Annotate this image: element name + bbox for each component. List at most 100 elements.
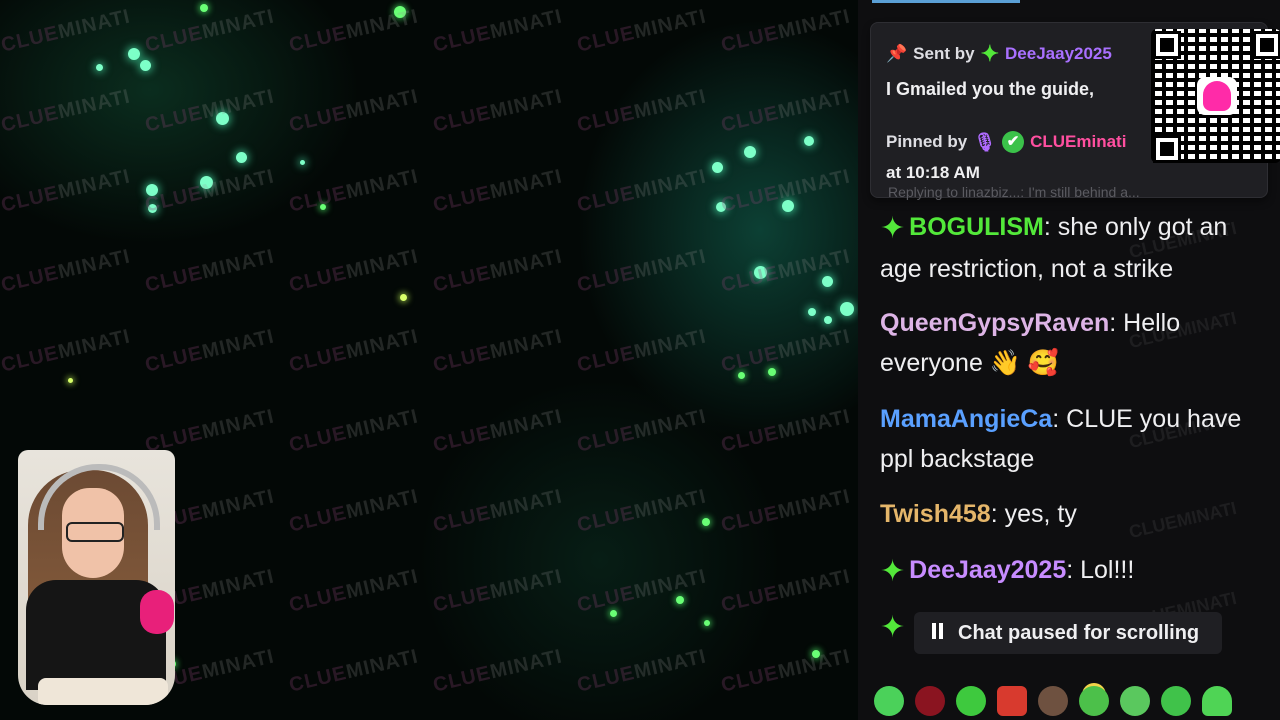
watermark: CLUEMINATI [143, 85, 277, 137]
pause-icon [932, 622, 946, 645]
qr-finder [1153, 135, 1181, 163]
verified-badge-icon: ✔ [1002, 131, 1025, 153]
watermark: CLUEMINATI [0, 325, 133, 377]
pinned-message-text: I Gmailed you the guide, [886, 79, 1095, 99]
particle [824, 316, 832, 324]
watermark: CLUEMINATI [575, 485, 709, 537]
particle [96, 64, 103, 71]
chat-message[interactable]: ✦ BOGULISM: she only got an age restricti… [880, 207, 1260, 289]
chat-message[interactable]: MamaAngieCa: CLUE you have ppl backstage [880, 399, 1260, 479]
watermark: CLUEMINATI [287, 245, 421, 297]
particle [400, 294, 407, 301]
pinned-message[interactable]: 📌 Sent by ✦ DeeJaay2025 I Gmailed you th… [870, 22, 1280, 198]
chat-message[interactable]: ✦ DeeJaay2025: Lol!!! [880, 550, 1260, 592]
watermark: CLUEMINATI [431, 85, 565, 137]
watermark: CLUEMINATI [287, 485, 421, 537]
particle [782, 200, 794, 212]
green-alien-emote-icon[interactable] [874, 686, 904, 716]
particle [804, 136, 814, 146]
sent-by-username[interactable]: DeeJaay2025 [1005, 44, 1112, 64]
particle [300, 160, 305, 165]
chat-header-strip [872, 0, 1020, 3]
watermark: CLUEMINATI [0, 165, 133, 217]
qr-finder [1153, 31, 1181, 59]
red-demon-emote-icon[interactable] [915, 686, 945, 716]
chat-message-text: : yes, ty [990, 500, 1077, 528]
watermark: CLUEMINATI [719, 485, 853, 537]
stream-video: CLUEMINATI CLUEMINATI CLUEMINATI CLUEMIN… [0, 0, 858, 720]
particle [200, 176, 213, 189]
watermark: CLUEMINATI [719, 85, 853, 137]
watermark: CLUEMINATI [575, 5, 709, 57]
particle [148, 204, 157, 213]
particle [822, 276, 833, 287]
particle [68, 378, 73, 383]
watermark: CLUEMINATI [431, 5, 565, 57]
chat-paused-button[interactable]: Chat paused for scrolling [914, 612, 1222, 654]
watermark: CLUEMINATI [431, 645, 565, 697]
watermark: CLUEMINATI [431, 245, 565, 297]
pinned-by-username[interactable]: CLUEminati [1030, 132, 1126, 152]
chat-message[interactable]: Twish458: yes, ty [880, 494, 1260, 534]
pinned-sent-by-row: 📌 Sent by ✦ DeeJaay2025 [886, 43, 1112, 65]
watermark: CLUEMINATI [575, 325, 709, 377]
pinned-time: at 10:18 AM [886, 163, 980, 182]
pug-emote-icon[interactable] [1038, 686, 1068, 716]
halo-emote-icon[interactable] [1079, 686, 1109, 716]
particle [702, 518, 710, 526]
watermark: CLUEMINATI [431, 165, 565, 217]
chat-panel[interactable]: CLUEMINATI CLUEMINATI CLUEMINATI CLUEMIN… [858, 0, 1280, 720]
pinned-by-row: Pinned by 🎙 ✔ CLUEminati [886, 131, 1126, 153]
particle [200, 4, 208, 12]
particle [808, 308, 816, 316]
emote-bar [858, 682, 1280, 720]
particle [712, 162, 723, 173]
watermark: CLUEMINATI [287, 165, 421, 217]
particle [840, 302, 854, 316]
pin-icon: 📌 [886, 44, 908, 63]
watermark: CLUEMINATI [575, 565, 709, 617]
watermark: CLUEMINATI [143, 165, 277, 217]
desk [38, 678, 168, 705]
watermark: CLUEMINATI [719, 325, 853, 377]
particle [738, 372, 745, 379]
particle [812, 650, 820, 658]
chat-paused-label: Chat paused for scrolling [958, 621, 1200, 644]
watermark: CLUEMINATI [287, 645, 421, 697]
sparkle-badge-icon: ✦ [880, 555, 906, 588]
watermark: CLUEMINATI [431, 325, 565, 377]
particle [128, 48, 140, 60]
watermark: CLUEMINATI [575, 405, 709, 457]
particle [754, 266, 767, 279]
chat-username[interactable]: MamaAngieCa [880, 405, 1052, 433]
chat-message-text: : Lol!!! [1066, 556, 1135, 584]
sparkle-badge-icon: ✦ [880, 611, 906, 644]
watermark: CLUEMINATI [575, 85, 709, 137]
watermark: CLUEMINATI [287, 325, 421, 377]
chat-username[interactable]: Twish458 [880, 500, 991, 528]
particle [236, 152, 247, 163]
watermark: CLUEMINATI [287, 405, 421, 457]
green-frog-emote-icon[interactable] [1120, 686, 1150, 716]
chat-username[interactable]: BOGULISM [909, 213, 1044, 241]
watermark: CLUEMINATI [143, 245, 277, 297]
watermark: CLUEMINATI [287, 85, 421, 137]
qr-finder [1253, 31, 1280, 59]
watermark: CLUEMINATI [575, 165, 709, 217]
green-grin-emote-icon[interactable] [956, 686, 986, 716]
chat-message[interactable]: QueenGypsyRaven: Hello everyone 👋 🥰 [880, 303, 1260, 383]
sent-by-label: Sent by [913, 44, 975, 63]
particle [610, 610, 617, 617]
red-angry-emote-icon[interactable] [997, 686, 1027, 716]
particle [394, 6, 406, 18]
green-ghost-emote-icon[interactable] [1202, 686, 1232, 716]
watermark: CLUEMINATI [431, 565, 565, 617]
balaclava-logo-icon [1197, 77, 1237, 115]
particle [716, 202, 726, 212]
green-blob-emote-icon[interactable] [1161, 686, 1191, 716]
chat-username[interactable]: QueenGypsyRaven [880, 309, 1109, 337]
particle [704, 620, 710, 626]
watermark: CLUEMINATI [575, 645, 709, 697]
chat-username[interactable]: DeeJaay2025 [909, 556, 1066, 584]
watermark: CLUEMINATI [143, 5, 277, 57]
